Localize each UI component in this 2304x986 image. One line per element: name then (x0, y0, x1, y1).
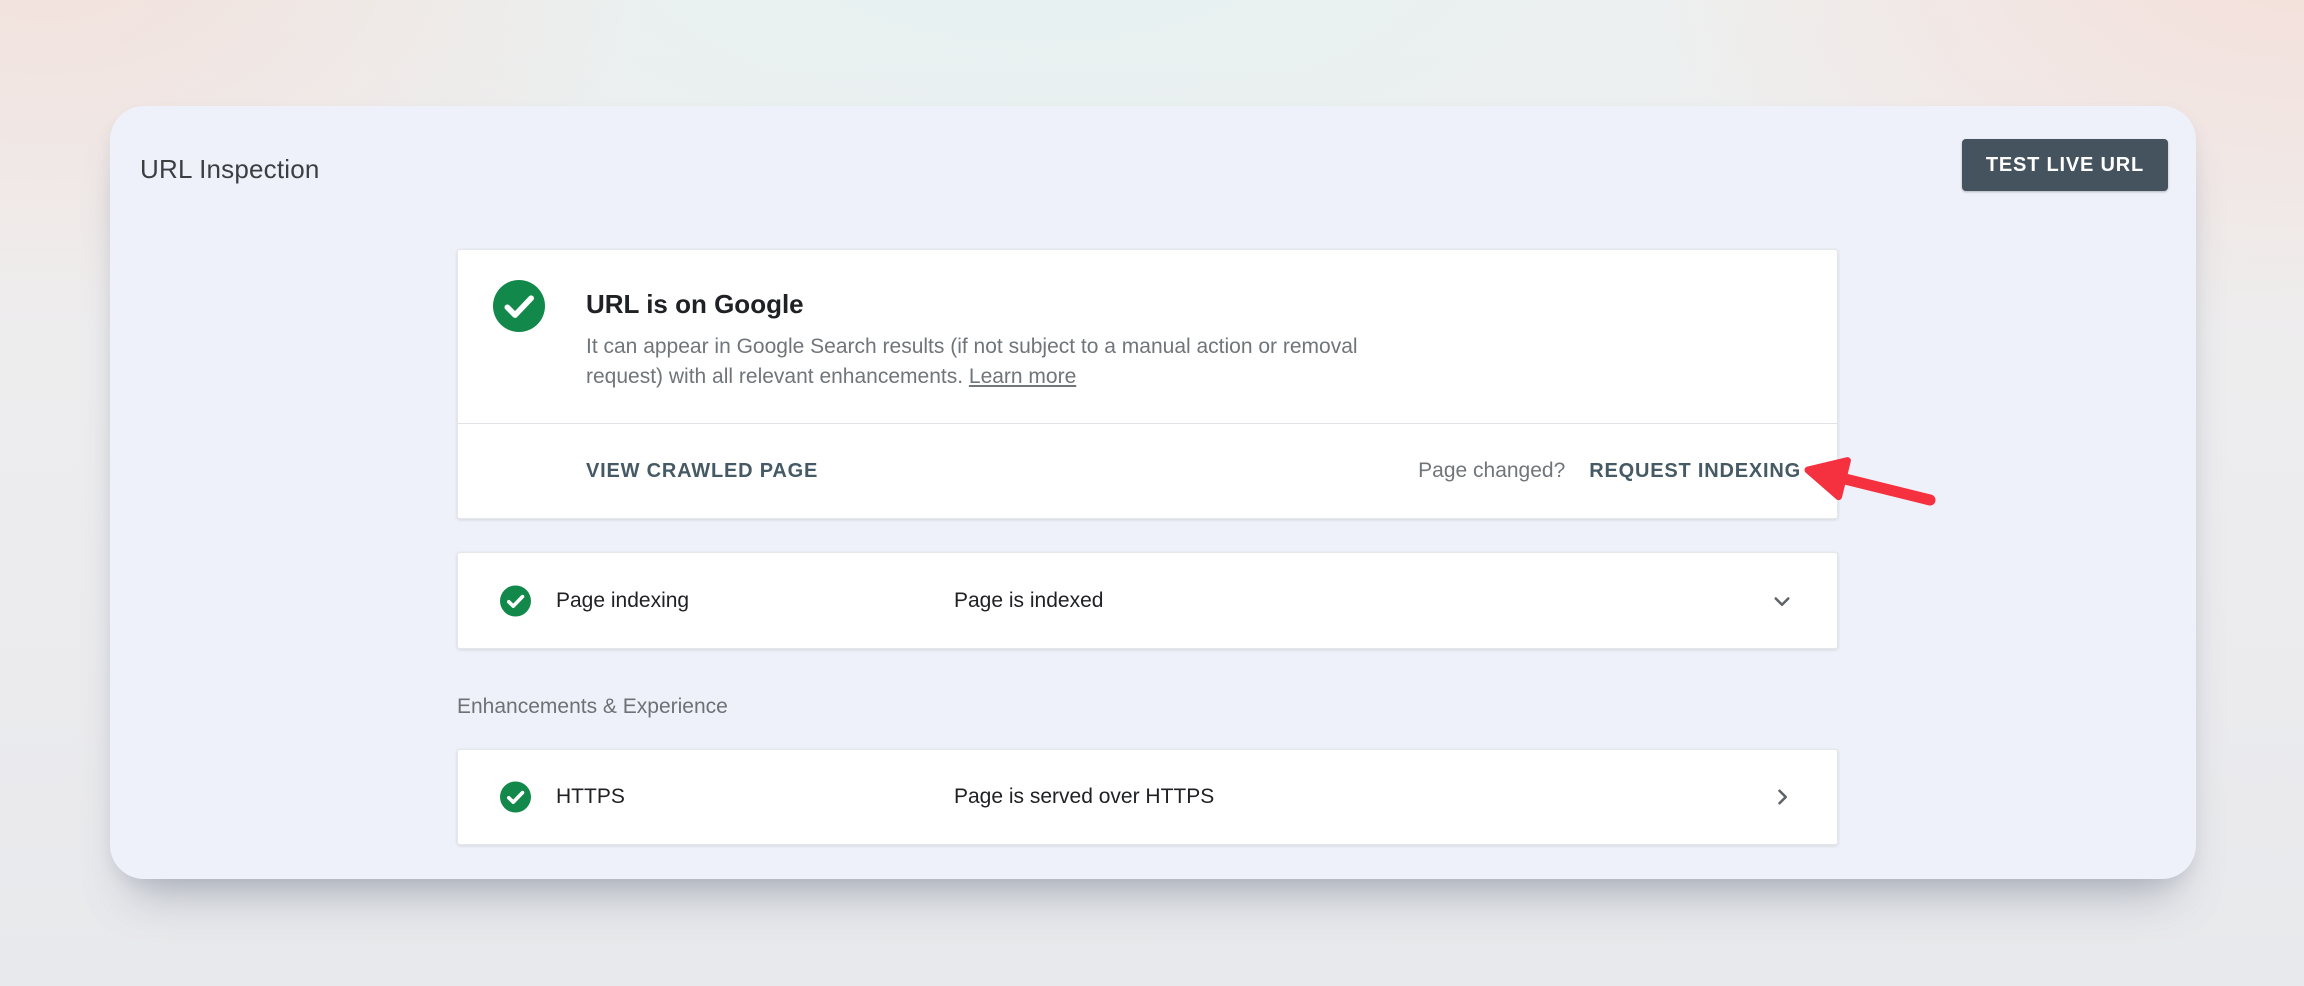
learn-more-link[interactable]: Learn more (969, 365, 1076, 388)
https-row[interactable]: HTTPS Page is served over HTTPS (457, 749, 1838, 845)
request-indexing-link[interactable]: REQUEST INDEXING (1589, 460, 1801, 483)
page-background: URL Inspection TEST LIVE URL URL is on G… (0, 0, 2304, 986)
status-title: URL is on Google (586, 287, 804, 321)
chevron-down-icon[interactable] (1767, 586, 1797, 616)
view-crawled-page-link[interactable]: VIEW CRAWLED PAGE (586, 460, 818, 483)
url-status-card: URL is on Google It can appear in Google… (457, 249, 1838, 519)
row-label: HTTPS (556, 785, 625, 809)
row-label: Page indexing (556, 589, 689, 613)
status-card-main: URL is on Google It can appear in Google… (458, 250, 1837, 423)
enhancements-section-label: Enhancements & Experience (457, 694, 728, 720)
check-circle-icon (500, 782, 531, 813)
status-description: It can appear in Google Search results (… (586, 332, 1431, 392)
url-inspection-panel: URL Inspection TEST LIVE URL URL is on G… (110, 106, 2196, 879)
status-card-actions: VIEW CRAWLED PAGE Page changed? REQUEST … (458, 424, 1837, 518)
test-live-url-button[interactable]: TEST LIVE URL (1962, 139, 2168, 191)
check-circle-icon (493, 280, 545, 332)
chevron-right-icon[interactable] (1767, 782, 1797, 812)
row-status: Page is indexed (954, 589, 1103, 613)
check-circle-icon (500, 585, 531, 616)
row-status: Page is served over HTTPS (954, 785, 1214, 809)
page-title: URL Inspection (140, 152, 320, 186)
page-indexing-row[interactable]: Page indexing Page is indexed (457, 552, 1838, 649)
page-changed-label: Page changed? (1418, 459, 1565, 483)
actions-right-group: Page changed? REQUEST INDEXING (1418, 459, 1801, 483)
